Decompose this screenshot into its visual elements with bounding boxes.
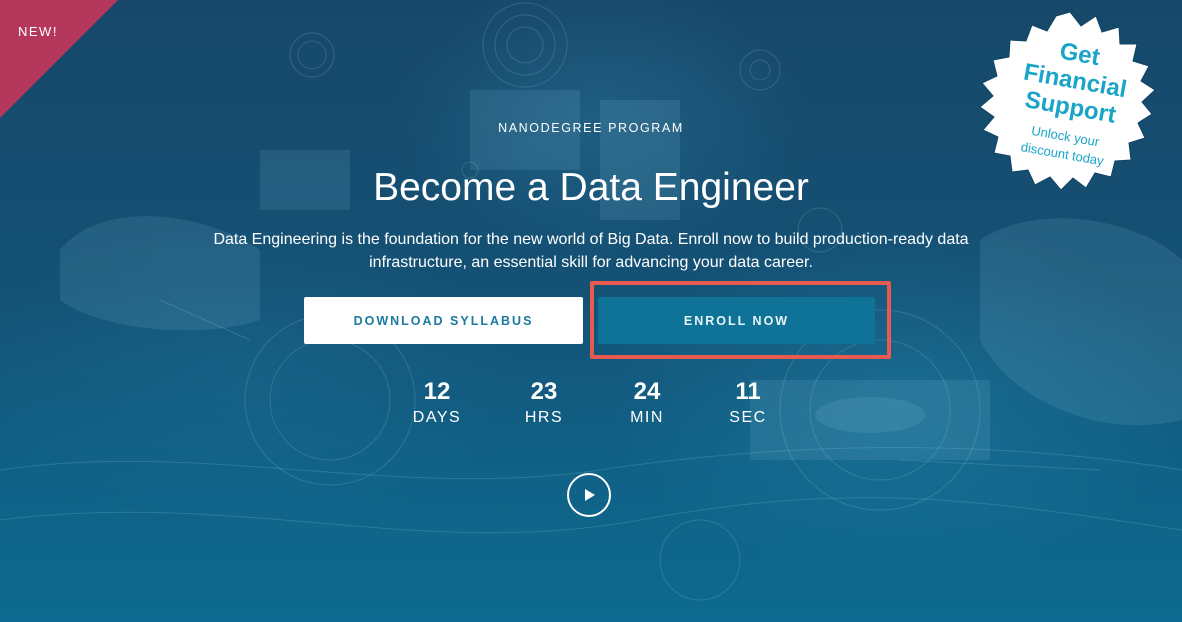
countdown-seconds-value: 11 (735, 378, 761, 405)
enroll-now-button[interactable]: ENROLL NOW (598, 297, 875, 344)
new-ribbon (0, 0, 118, 118)
countdown-hours-value: 23 (530, 378, 558, 405)
countdown-minutes-label: MIN (630, 409, 664, 426)
hero-description: Data Engineering is the foundation for t… (213, 231, 969, 271)
countdown-timer: 12 DAYS 23 HRS 24 MIN 11 SEC (0, 378, 1182, 438)
download-syllabus-button[interactable]: DOWNLOAD SYLLABUS (304, 297, 583, 344)
page-title: Become a Data Engineer (373, 166, 809, 209)
program-label: NANODEGREE PROGRAM (498, 121, 684, 135)
countdown-seconds: 11 SEC (708, 378, 788, 430)
play-icon (585, 489, 595, 501)
countdown-minutes: 24 MIN (607, 378, 687, 430)
new-label: NEW! (18, 24, 58, 39)
countdown-hours: 23 HRS (504, 378, 584, 430)
countdown-days-value: 12 (423, 378, 451, 405)
countdown-minutes-value: 24 (633, 378, 661, 405)
hero-section: NEW! Get Financial Support Unlock your d… (0, 0, 1182, 622)
countdown-days: 12 DAYS (397, 378, 477, 430)
play-video-button[interactable] (567, 473, 611, 517)
countdown-days-label: DAYS (412, 409, 462, 426)
countdown-seconds-label: SEC (729, 409, 767, 426)
countdown-hours-label: HRS (524, 409, 564, 426)
